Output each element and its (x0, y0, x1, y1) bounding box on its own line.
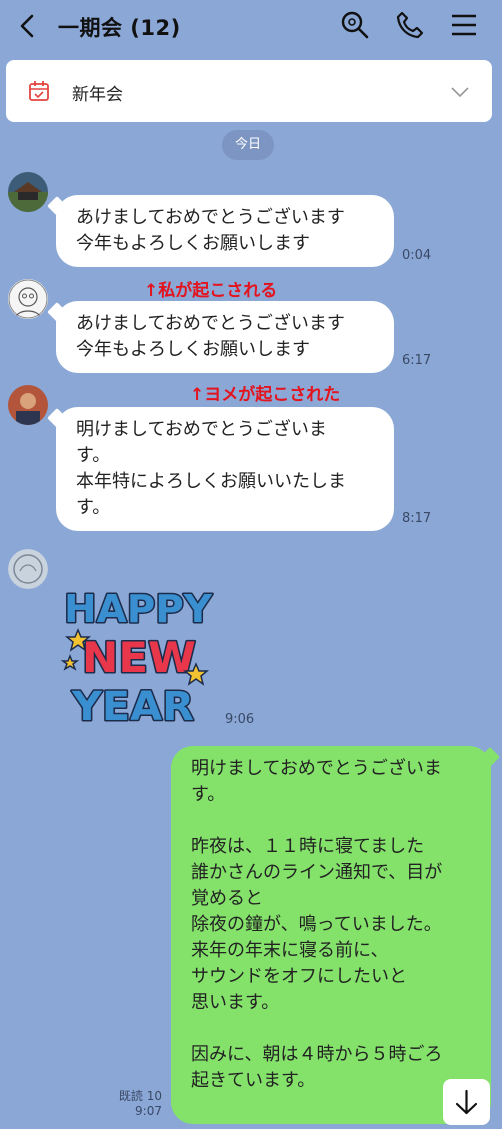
message-text-line: 明けましておめでとうございま (76, 419, 327, 440)
avatar[interactable] (8, 172, 48, 212)
read-count: 既読 10 (118, 1089, 162, 1103)
message-text-line: サウンドをオフにしたいと (191, 966, 407, 987)
pinned-event-banner[interactable]: 新年会 (6, 60, 492, 122)
message-text-line: あけましておめでとうございます (76, 207, 345, 228)
search-icon[interactable] (340, 10, 370, 40)
message-bubble[interactable]: あけましておめでとうございます 今年もよろしくお願いします (56, 195, 394, 267)
calendar-icon (29, 81, 49, 101)
message-time: 9:07 (135, 1104, 162, 1118)
phone-icon[interactable] (395, 10, 425, 40)
message-text-line: 思います。 (191, 992, 280, 1013)
chat-header: 一期会 (12) (0, 0, 502, 52)
date-separator: 今日 (222, 130, 274, 160)
sticker-line-2: NEW (82, 633, 196, 682)
avatar[interactable] (8, 549, 48, 589)
my-message-bubble[interactable]: 明けましておめでとうございま す。 昨夜は、１１時に寝てました 誰かさんのライン… (171, 746, 491, 1124)
scroll-to-bottom-button[interactable] (443, 1079, 490, 1125)
happy-new-year-sticker[interactable]: HAPPY NEW YEAR (58, 578, 218, 728)
message-text-line: 昨夜は、１１時に寝てました (191, 836, 425, 857)
message-text-line: 除夜の鐘が、鳴っていました。 (191, 914, 442, 935)
message-time: 9:06 (225, 712, 255, 727)
message-time: 8:17 (402, 511, 432, 526)
message-text-line: 今年もよろしくお願いします (76, 233, 310, 254)
annotation-text: ↑ヨメが起こされた (190, 385, 341, 405)
message-text-line: 本年特によろしくお願いいたしま (76, 471, 346, 492)
avatar[interactable] (8, 385, 48, 425)
message-time: 0:04 (402, 248, 432, 263)
arrow-down-icon (455, 1089, 478, 1115)
read-receipt: 既読 10 9:07 (112, 1089, 162, 1119)
message-text-line: 因みに、朝は４時から５時ごろ (191, 1044, 443, 1065)
message-time: 6:17 (402, 353, 432, 368)
message-bubble[interactable]: 明けましておめでとうございま す。 本年特によろしくお願いいたしま す。 (56, 407, 394, 531)
star-icon (60, 653, 80, 671)
message-text-line: 今年もよろしくお願いします (76, 339, 310, 360)
message-text-line: す。 (76, 445, 111, 466)
chat-title: 一期会 (12) (58, 16, 181, 40)
back-icon[interactable] (14, 12, 42, 40)
message-text-line: す。 (191, 784, 226, 805)
menu-icon[interactable] (449, 10, 479, 40)
message-text-line: 起きています。 (191, 1070, 316, 1091)
message-text-line: 来年の年末に寝る前に、 (191, 940, 389, 961)
message-text-line: 明けましておめでとうございま (191, 758, 442, 779)
sticker-line-1: HAPPY (64, 587, 212, 631)
message-text-line: 誰かさんのライン通知で、目が (191, 862, 443, 883)
annotation-text: ↑私が起こされる (144, 281, 278, 301)
avatar[interactable] (8, 279, 48, 319)
chevron-down-icon[interactable] (450, 82, 470, 102)
message-text-line: あけましておめでとうございます (76, 313, 345, 334)
sticker-line-3: YEAR (71, 684, 194, 728)
pinned-event-title: 新年会 (72, 85, 123, 105)
message-text-line: 覚めると (191, 888, 263, 909)
message-bubble[interactable]: あけましておめでとうございます 今年もよろしくお願いします (56, 301, 394, 373)
message-text-line: す。 (76, 497, 111, 518)
